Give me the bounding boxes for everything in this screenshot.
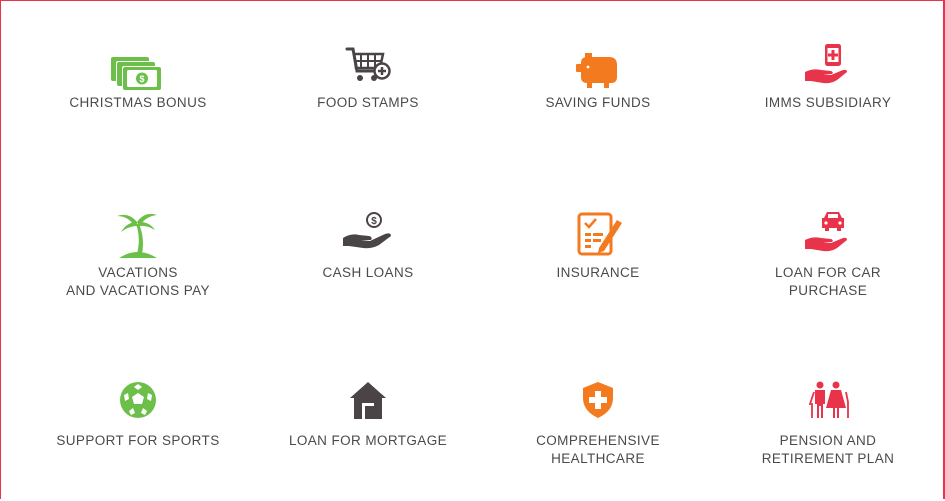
benefit-label: CHRISTMAS BONUS <box>69 95 207 110</box>
benefit-label: COMPREHENSIVE HEALTHCARE <box>536 433 660 466</box>
palm-tree-island-icon <box>111 208 165 260</box>
house-icon <box>341 380 395 420</box>
benefit-label: LOAN FOR CAR PURCHASE <box>774 265 882 298</box>
document-checklist-icon <box>571 208 625 258</box>
benefit-label: CASH LOANS <box>322 265 414 280</box>
hand-coin-icon: $ <box>341 212 395 252</box>
benefit-label: LOAN FOR MORTGAGE <box>288 433 448 448</box>
soccer-ball-icon <box>111 380 165 420</box>
benefit-label: FOOD STAMPS <box>317 95 419 110</box>
benefit-label: SUPPORT FOR SPORTS <box>56 433 220 448</box>
hand-car-icon <box>801 208 855 254</box>
shield-cross-icon <box>571 380 625 420</box>
benefits-grid: $ CHRISTMAS BONUS FOOD STAMPS SAVING FUN… <box>18 0 928 501</box>
benefit-label: PENSION AND RETIREMENT PLAN <box>761 433 895 466</box>
money-stack-icon: $ <box>111 54 165 94</box>
svg-text:$: $ <box>139 74 144 84</box>
shopping-cart-add-icon <box>341 43 395 87</box>
piggy-bank-icon <box>571 51 625 91</box>
benefit-label: VACATIONS AND VACATIONS PAY <box>66 265 210 298</box>
svg-text:$: $ <box>371 216 377 227</box>
benefit-label: IMMS SUBSIDIARY <box>764 95 892 110</box>
elderly-couple-icon <box>801 380 855 420</box>
benefit-label: SAVING FUNDS <box>545 95 651 110</box>
benefit-label: INSURANCE <box>556 265 640 280</box>
hand-medical-icon <box>801 42 855 86</box>
